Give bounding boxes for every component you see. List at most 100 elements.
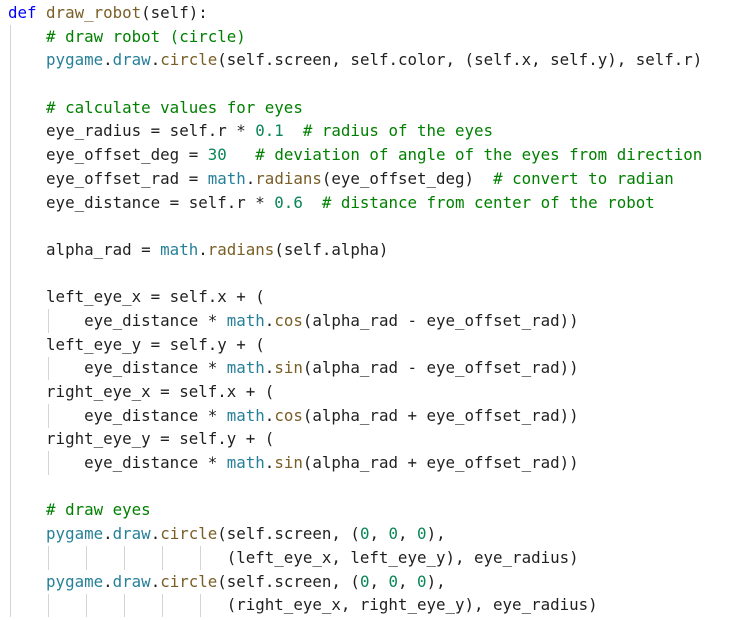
- code-token: # draw robot (circle): [8, 26, 246, 46]
- code-line[interactable]: eye_distance * math.cos(alpha_rad - eye_…: [8, 309, 702, 333]
- code-token: (self.screen, self.color, (self.x, self.…: [217, 50, 703, 70]
- code-token: eye_distance = self.r *: [8, 192, 275, 212]
- code-token: # draw eyes: [8, 500, 151, 520]
- code-line[interactable]: eye_distance * math.sin(alpha_rad - eye_…: [8, 356, 702, 380]
- code-line[interactable]: pygame.draw.circle(self.screen, (0, 0, 0…: [8, 570, 702, 594]
- indent-guide: [162, 593, 164, 618]
- code-token: draw: [112, 524, 151, 544]
- code-line[interactable]: # draw robot (circle): [8, 25, 702, 49]
- indent-guide: [10, 24, 11, 618]
- code-token: .: [264, 310, 275, 330]
- code-block[interactable]: def draw_robot(self): # draw robot (circ…: [8, 1, 702, 618]
- code-line[interactable]: alpha_rad = math.radians(self.alpha): [8, 238, 702, 262]
- indent-guide: [86, 546, 88, 570]
- indent-guide: [124, 546, 126, 570]
- code-line[interactable]: (right_eye_x, right_eye_y), eye_radius): [8, 593, 702, 617]
- code-token: ,: [369, 524, 389, 544]
- code-token: .: [150, 571, 161, 591]
- indent-guide: [200, 546, 202, 570]
- code-line[interactable]: right_eye_y = self.y + (: [8, 427, 702, 451]
- code-line[interactable]: left_eye_x = self.x + (: [8, 285, 702, 309]
- code-token: eye_offset_rad =: [8, 168, 208, 188]
- indent-guide: [48, 593, 50, 618]
- code-token: math: [160, 239, 199, 259]
- code-line[interactable]: [8, 262, 702, 286]
- code-token: .: [150, 50, 161, 70]
- code-line[interactable]: pygame.draw.circle(self.screen, (0, 0, 0…: [8, 522, 702, 546]
- code-line[interactable]: eye_radius = self.r * 0.1 # radius of th…: [8, 119, 702, 143]
- code-line[interactable]: eye_offset_deg = 30 # deviation of angle…: [8, 143, 702, 167]
- code-token: circle: [160, 571, 218, 591]
- code-token: 0: [417, 524, 427, 544]
- code-token: cos: [274, 405, 303, 425]
- code-line[interactable]: eye_distance * math.sin(alpha_rad + eye_…: [8, 451, 702, 475]
- code-token: cos: [274, 310, 303, 330]
- code-token: math: [207, 168, 246, 188]
- code-line[interactable]: [8, 72, 702, 96]
- code-line[interactable]: [8, 214, 702, 238]
- code-line[interactable]: [8, 475, 702, 499]
- code-token: (self):: [141, 3, 208, 22]
- code-token: .: [103, 524, 113, 544]
- code-token: circle: [160, 524, 218, 544]
- code-line[interactable]: left_eye_y = self.y + (: [8, 333, 702, 357]
- code-token: left_eye_y = self.y + (: [8, 334, 265, 354]
- code-token: eye_radius = self.r *: [8, 121, 256, 141]
- code-line[interactable]: # draw eyes: [8, 498, 702, 522]
- code-token: 30: [207, 145, 227, 165]
- code-token: .: [264, 358, 275, 378]
- code-token: # convert to radian: [493, 168, 674, 188]
- code-token: math: [226, 405, 265, 425]
- code-token: eye_distance *: [8, 453, 227, 473]
- code-token: 0.6: [274, 192, 303, 212]
- code-token: right_eye_x = self.x + (: [8, 382, 275, 401]
- indent-guide: [48, 356, 50, 381]
- code-token: ,: [398, 571, 418, 591]
- code-token: math: [226, 310, 265, 330]
- code-token: (eye_offset_deg): [321, 168, 494, 188]
- code-token: (self.alpha): [274, 239, 389, 259]
- code-token: pygame: [46, 524, 104, 544]
- code-token: math: [226, 358, 265, 378]
- code-token: 0: [388, 524, 399, 544]
- code-token: right_eye_y = self.y + (: [8, 429, 275, 449]
- code-token: eye_offset_deg =: [8, 145, 208, 165]
- code-token: .: [103, 50, 113, 70]
- code-token: (self.screen, (: [217, 524, 360, 544]
- code-line[interactable]: eye_offset_rad = math.radians(eye_offset…: [8, 167, 702, 191]
- code-token: draw_robot: [46, 3, 142, 22]
- code-token: pygame: [46, 571, 104, 591]
- code-token: eye_distance *: [8, 310, 227, 330]
- code-line[interactable]: def draw_robot(self):: [8, 1, 702, 25]
- code-line[interactable]: eye_distance * math.cos(alpha_rad + eye_…: [8, 404, 702, 428]
- indent-guide: [48, 309, 50, 333]
- code-token: 0: [417, 571, 427, 591]
- code-token: .: [150, 524, 161, 544]
- code-line[interactable]: pygame.draw.circle(self.screen, self.col…: [8, 48, 702, 72]
- indent-guide: [162, 546, 164, 570]
- code-line[interactable]: (left_eye_x, left_eye_y), eye_radius): [8, 546, 702, 570]
- code-token: ,: [398, 524, 418, 544]
- code-token: sin: [274, 358, 303, 378]
- code-token: # distance from center of the robot: [302, 192, 655, 212]
- code-line[interactable]: right_eye_x = self.x + (: [8, 380, 702, 404]
- indent-guide: [48, 403, 50, 428]
- code-token: draw: [112, 50, 151, 70]
- code-editor[interactable]: def draw_robot(self): # draw robot (circ…: [0, 0, 746, 620]
- code-token: (alpha_rad + eye_offset_rad)): [302, 453, 579, 473]
- code-token: .: [198, 239, 208, 259]
- code-token: (right_eye_x, right_eye_y), eye_radius): [8, 595, 598, 615]
- code-token: 0: [388, 571, 399, 591]
- indent-guide: [124, 593, 126, 618]
- code-token: # radius of the eyes: [283, 121, 494, 141]
- code-line[interactable]: eye_distance = self.r * 0.6 # distance f…: [8, 191, 702, 215]
- code-token: circle: [160, 50, 218, 70]
- code-token: .: [264, 453, 275, 473]
- indent-guide: [86, 593, 88, 618]
- code-token: 0.1: [255, 121, 284, 141]
- code-line[interactable]: # calculate values for eyes: [8, 96, 702, 120]
- code-token: (left_eye_x, left_eye_y), eye_radius): [8, 547, 579, 567]
- indent-guide: [48, 451, 50, 475]
